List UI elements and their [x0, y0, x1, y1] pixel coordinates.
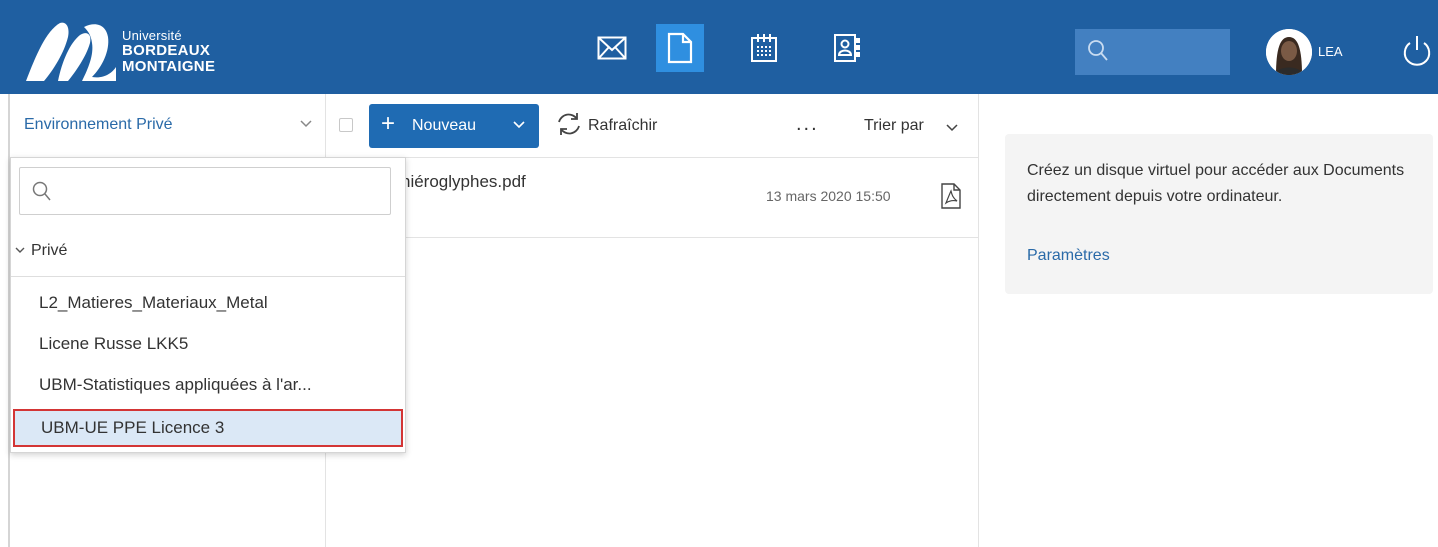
app-calendar-button[interactable] [740, 24, 788, 72]
chevron-down-icon [513, 121, 525, 129]
calendar-icon [751, 34, 777, 62]
divider [326, 237, 978, 238]
logo-line-1: Université [122, 28, 182, 43]
refresh-button[interactable]: Rafraîchir [588, 117, 657, 135]
app-documents-button[interactable] [656, 24, 704, 72]
chevron-down-icon[interactable] [946, 124, 958, 132]
more-options-button[interactable]: ... [796, 113, 819, 136]
university-logo[interactable]: Université BORDEAUX MONTAIGNE [22, 17, 262, 85]
user-name[interactable]: LEA [1318, 44, 1343, 59]
dropdown-item[interactable]: Licene Russe LKK5 [11, 326, 405, 362]
app-mail-button[interactable] [588, 24, 636, 72]
file-name[interactable]: hiéroglyphes.pdf [401, 172, 526, 192]
refresh-icon[interactable] [555, 110, 583, 138]
new-button[interactable]: + Nouveau [369, 104, 539, 148]
environment-select[interactable]: Environnement Privé [24, 116, 173, 134]
dropdown-item[interactable]: UBM-Statistiques appliquées à l'ar... [11, 367, 405, 403]
info-text: Créez un disque virtuel pour accéder aux… [1027, 162, 1405, 205]
virtual-disk-info-panel: Créez un disque virtuel pour accéder aux… [1005, 134, 1433, 294]
mail-icon [597, 36, 627, 60]
settings-link[interactable]: Paramètres [1027, 247, 1110, 265]
contacts-icon [834, 34, 860, 62]
dropdown-item-selected[interactable]: UBM-UE PPE Licence 3 [13, 409, 403, 447]
dropdown-item[interactable]: L2_Matieres_Materiaux_Metal [11, 285, 405, 321]
user-avatar[interactable] [1266, 29, 1312, 75]
global-search-input[interactable] [1075, 29, 1230, 75]
documents-icon [667, 32, 693, 64]
divider [978, 94, 979, 547]
search-icon [32, 181, 51, 201]
divider [326, 157, 978, 158]
file-date: 13 mars 2020 15:50 [766, 188, 891, 204]
chevron-down-icon[interactable] [15, 247, 25, 254]
power-icon [1403, 36, 1431, 66]
logout-button[interactable] [1402, 34, 1432, 73]
logo-text: Université BORDEAUX MONTAIGNE [122, 29, 215, 74]
top-bar: Université BORDEAUX MONTAIGNE LEA [0, 0, 1438, 94]
folder-search-input[interactable] [19, 167, 391, 215]
app-contacts-button[interactable] [823, 24, 871, 72]
sort-button[interactable]: Trier par [864, 117, 924, 135]
logo-line-3: MONTAIGNE [122, 58, 216, 75]
search-icon [1088, 40, 1108, 61]
chevron-down-icon[interactable] [300, 120, 312, 128]
pdf-icon [941, 183, 961, 209]
environment-dropdown: Privé L2_Matieres_Materiaux_Metal Licene… [10, 157, 406, 453]
logo-mark-icon [26, 22, 116, 81]
divider [11, 276, 405, 277]
plus-icon: + [381, 110, 396, 137]
group-label-prive[interactable]: Privé [31, 242, 67, 260]
logo-line-2: BORDEAUX [122, 42, 211, 59]
user-avatar-icon [1266, 29, 1312, 75]
select-all-checkbox[interactable] [339, 118, 353, 132]
new-button-label: Nouveau [412, 117, 477, 134]
